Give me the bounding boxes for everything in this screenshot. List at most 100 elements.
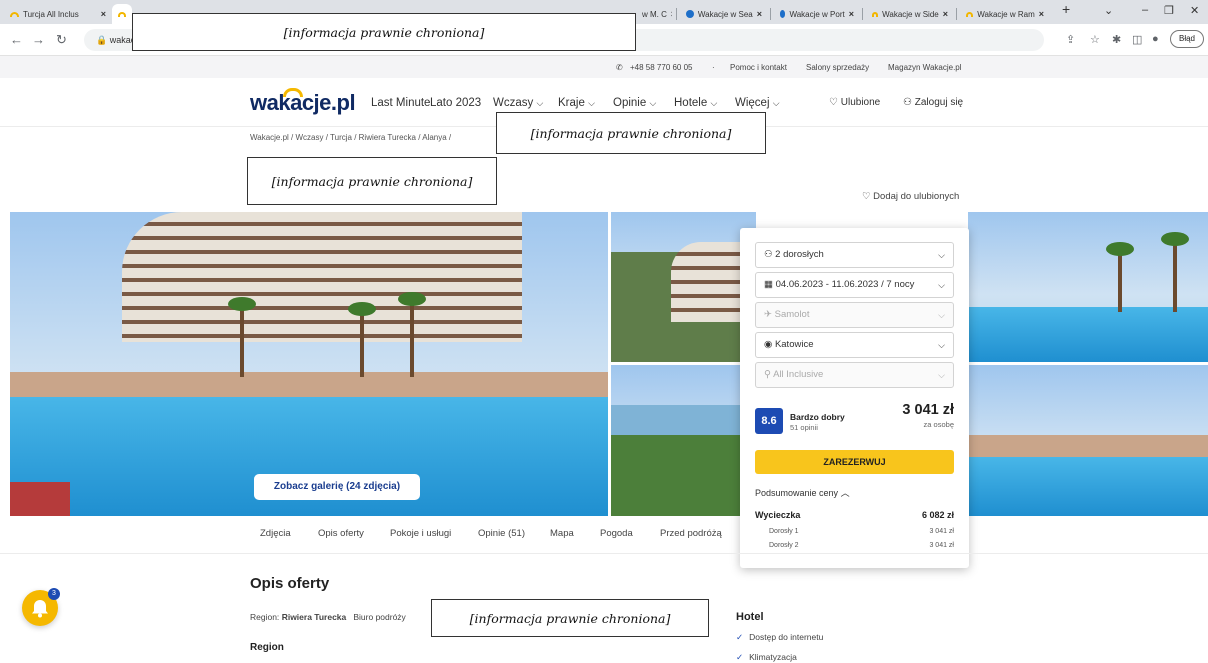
reload-icon[interactable]: ↻	[56, 32, 67, 48]
menu-hotele[interactable]: Hotele ⌵	[674, 97, 717, 109]
phone-link[interactable]: +48 58 770 60 05	[630, 63, 693, 72]
breadcrumb-item[interactable]: Alanya	[422, 133, 446, 142]
price-summary-label: Podsumowanie ceny	[755, 488, 839, 498]
price-row-label: Dorosły 1	[769, 528, 799, 535]
close-window-icon[interactable]: ✕	[1190, 4, 1199, 17]
tab-mapa[interactable]: Mapa	[550, 528, 574, 539]
minimize-icon[interactable]: –	[1142, 4, 1148, 16]
chevron-up-icon: ︿	[840, 488, 850, 498]
add-to-favorites[interactable]: ♡ Dodaj do ulubionych	[862, 191, 959, 202]
profile-icon[interactable]: ●	[1152, 33, 1159, 45]
forward-icon[interactable]: →	[32, 32, 45, 47]
hotel-photo-4[interactable]	[968, 212, 1208, 362]
hotel-photo-2[interactable]	[611, 212, 756, 362]
photo-building	[122, 212, 522, 342]
tab-separator	[862, 8, 863, 20]
trip-total: 6 082 zł	[921, 510, 954, 520]
tab-pokoje[interactable]: Pokoje i usługi	[390, 528, 451, 539]
magazine-link[interactable]: Magazyn Wakacje.pl	[888, 63, 962, 72]
hotel-photo-3[interactable]	[611, 365, 756, 516]
menu-wczasy[interactable]: Wczasy ⌵	[493, 97, 543, 109]
price-row-value: 3 041 zł	[929, 542, 954, 549]
gallery-button[interactable]: Zobacz galerię (24 zdjęcia)	[254, 474, 420, 500]
photo-gallery[interactable]	[0, 212, 1208, 516]
menu-opinie[interactable]: Opinie ⌵	[613, 97, 656, 109]
new-tab-icon[interactable]: +	[1062, 1, 1070, 17]
login-link[interactable]: ⚇ Zaloguj się	[903, 97, 963, 108]
hotel-heading: Hotel	[736, 611, 764, 623]
browser-tab-active[interactable]	[112, 4, 132, 24]
menu-wiecej[interactable]: Więcej ⌵	[735, 97, 780, 109]
tab-label: Wakacje w Ram	[977, 9, 1035, 19]
price-per-person: za osobę	[923, 420, 954, 429]
photo-sea	[611, 405, 756, 435]
dates-value: 04.06.2023 - 11.06.2023 / 7 nocy	[775, 279, 915, 290]
help-link[interactable]: Pomoc i kontakt	[730, 63, 787, 72]
tab-opis-oferty[interactable]: Opis oferty	[318, 528, 364, 539]
rating-count[interactable]: 51 opinii	[790, 423, 818, 432]
add-favorite-label: Dodaj do ulubionych	[873, 191, 960, 202]
tab-separator	[956, 8, 957, 20]
price: 3 041 zł	[902, 402, 954, 418]
photo-pool	[968, 457, 1208, 516]
departure-value: Katowice	[774, 339, 814, 350]
breadcrumb-item[interactable]: Wakacje.pl	[250, 133, 289, 142]
photo-palm	[348, 302, 376, 377]
notification-count-badge: 3	[48, 588, 60, 600]
star-icon[interactable]: ☆	[1090, 33, 1100, 46]
redacted-box: [informacja prawnie chroniona]	[431, 599, 709, 637]
browser-tab[interactable]: Wakacje w Side ×	[866, 4, 954, 24]
browser-tab[interactable]: Wakacje w Port ×	[774, 4, 860, 24]
redacted-box: [informacja prawnie chroniona]	[496, 112, 766, 154]
chevron-down-icon: ⌵	[938, 340, 945, 350]
close-tab-icon[interactable]: ×	[671, 9, 672, 19]
stores-link[interactable]: Salony sprzedaży	[806, 63, 869, 72]
photo-greenery	[611, 435, 756, 516]
menu-lato-2023[interactable]: Lato 2023	[430, 97, 481, 109]
sidepanel-icon[interactable]: ◫	[1132, 33, 1142, 46]
check-icon: ✓	[736, 652, 744, 662]
back-icon[interactable]: ←	[10, 32, 23, 47]
tab-opinie[interactable]: Opinie (51)	[478, 528, 525, 539]
tab-przed-podroza[interactable]: Przed podróżą	[660, 528, 722, 539]
tab-label: Turcja All Inclus	[23, 9, 79, 19]
price-summary-toggle[interactable]: Podsumowanie ceny ︿	[755, 486, 850, 499]
close-tab-icon[interactable]: ×	[757, 9, 762, 19]
subnav-divider	[0, 553, 1208, 554]
chevron-down-icon: ⌵	[938, 280, 945, 290]
restore-icon[interactable]: ❐	[1164, 4, 1174, 17]
breadcrumb-item[interactable]: Wczasy	[296, 133, 324, 142]
breadcrumb-item[interactable]: Turcja	[330, 133, 352, 142]
amenity-label: Dostęp do internetu	[749, 632, 824, 642]
hotel-photo-5[interactable]	[968, 365, 1208, 516]
rating-score-badge: 8.6	[755, 408, 783, 434]
menu-kraje[interactable]: Kraje ⌵	[558, 97, 595, 109]
browser-tab[interactable]: Turcja All Inclus ×	[4, 4, 112, 24]
transport-select: ✈ Samolot ⌵	[755, 302, 954, 328]
extensions-icon[interactable]: ✱	[1112, 33, 1121, 46]
close-tab-icon[interactable]: ×	[849, 9, 854, 19]
dates-select[interactable]: ▦ 04.06.2023 - 11.06.2023 / 7 nocy ⌵	[755, 272, 954, 298]
browser-tab[interactable]: Wakacje w Sea ×	[680, 4, 768, 24]
breadcrumb-item[interactable]: Riwiera Turecka	[359, 133, 416, 142]
close-tab-icon[interactable]: ×	[943, 9, 948, 19]
chevron-down-icon[interactable]: ⌄	[1104, 4, 1113, 17]
chevron-down-icon: ⌵	[938, 370, 945, 380]
site-logo[interactable]: wakacje.pl	[250, 90, 356, 116]
main-hotel-photo[interactable]	[10, 212, 608, 516]
menu-last-minute[interactable]: Last Minute	[371, 97, 430, 109]
guests-select[interactable]: ⚇ 2 dorosłych ⌵	[755, 242, 954, 268]
share-icon[interactable]: ⇪	[1066, 33, 1075, 46]
close-tab-icon[interactable]: ×	[1039, 9, 1044, 19]
tab-zdjecia[interactable]: Zdjęcia	[260, 528, 291, 539]
book-button[interactable]: ZAREZERWUJ	[755, 450, 954, 474]
tab-pogoda[interactable]: Pogoda	[600, 528, 633, 539]
browser-tab[interactable]: w M. C ×	[636, 4, 672, 24]
close-tab-icon[interactable]: ×	[101, 9, 106, 19]
menu-label: Więcej	[735, 97, 770, 109]
departure-select[interactable]: ◉ Katowice ⌵	[755, 332, 954, 358]
favorites-link[interactable]: ♡ Ulubione	[829, 97, 880, 108]
chevron-down-icon: ⌵	[710, 98, 718, 108]
error-button[interactable]: Błąd	[1170, 30, 1204, 48]
browser-tab[interactable]: Wakacje w Ram ×	[960, 4, 1050, 24]
